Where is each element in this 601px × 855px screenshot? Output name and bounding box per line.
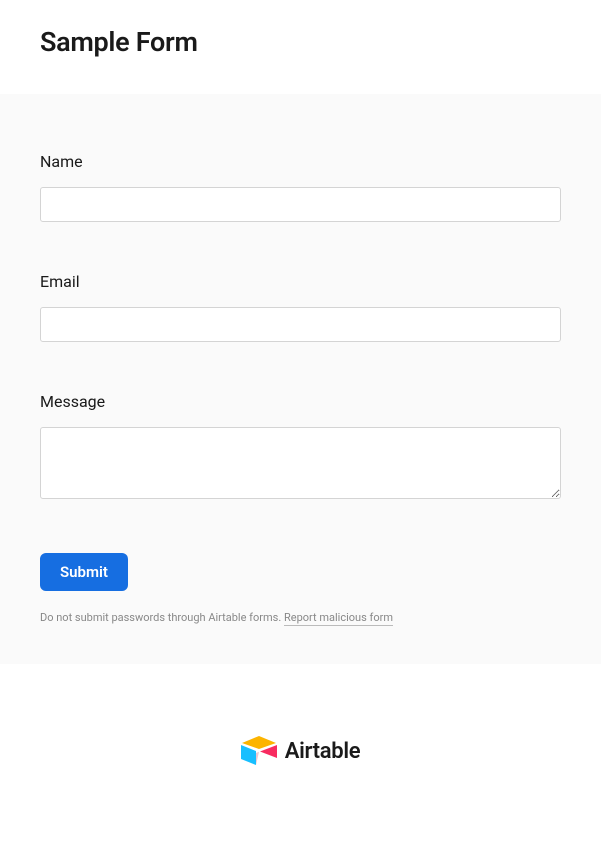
email-label: Email xyxy=(40,272,561,291)
name-input[interactable] xyxy=(40,187,561,222)
email-input[interactable] xyxy=(40,307,561,342)
message-field-group: Message xyxy=(40,392,561,503)
disclaimer-text: Do not submit passwords through Airtable… xyxy=(40,611,284,624)
message-label: Message xyxy=(40,392,561,411)
form-title: Sample Form xyxy=(40,26,561,58)
form-header: Sample Form xyxy=(0,0,601,94)
brand-logo[interactable]: Airtable xyxy=(241,736,361,766)
form-body: Name Email Message Submit Do not submit … xyxy=(0,94,601,664)
name-label: Name xyxy=(40,152,561,171)
footer: Airtable xyxy=(0,664,601,786)
report-link[interactable]: Report malicious form xyxy=(284,611,393,626)
message-input[interactable] xyxy=(40,427,561,499)
submit-button[interactable]: Submit xyxy=(40,553,128,591)
name-field-group: Name xyxy=(40,152,561,222)
email-field-group: Email xyxy=(40,272,561,342)
brand-name: Airtable xyxy=(285,739,361,764)
disclaimer: Do not submit passwords through Airtable… xyxy=(40,611,561,624)
airtable-icon xyxy=(241,736,277,766)
